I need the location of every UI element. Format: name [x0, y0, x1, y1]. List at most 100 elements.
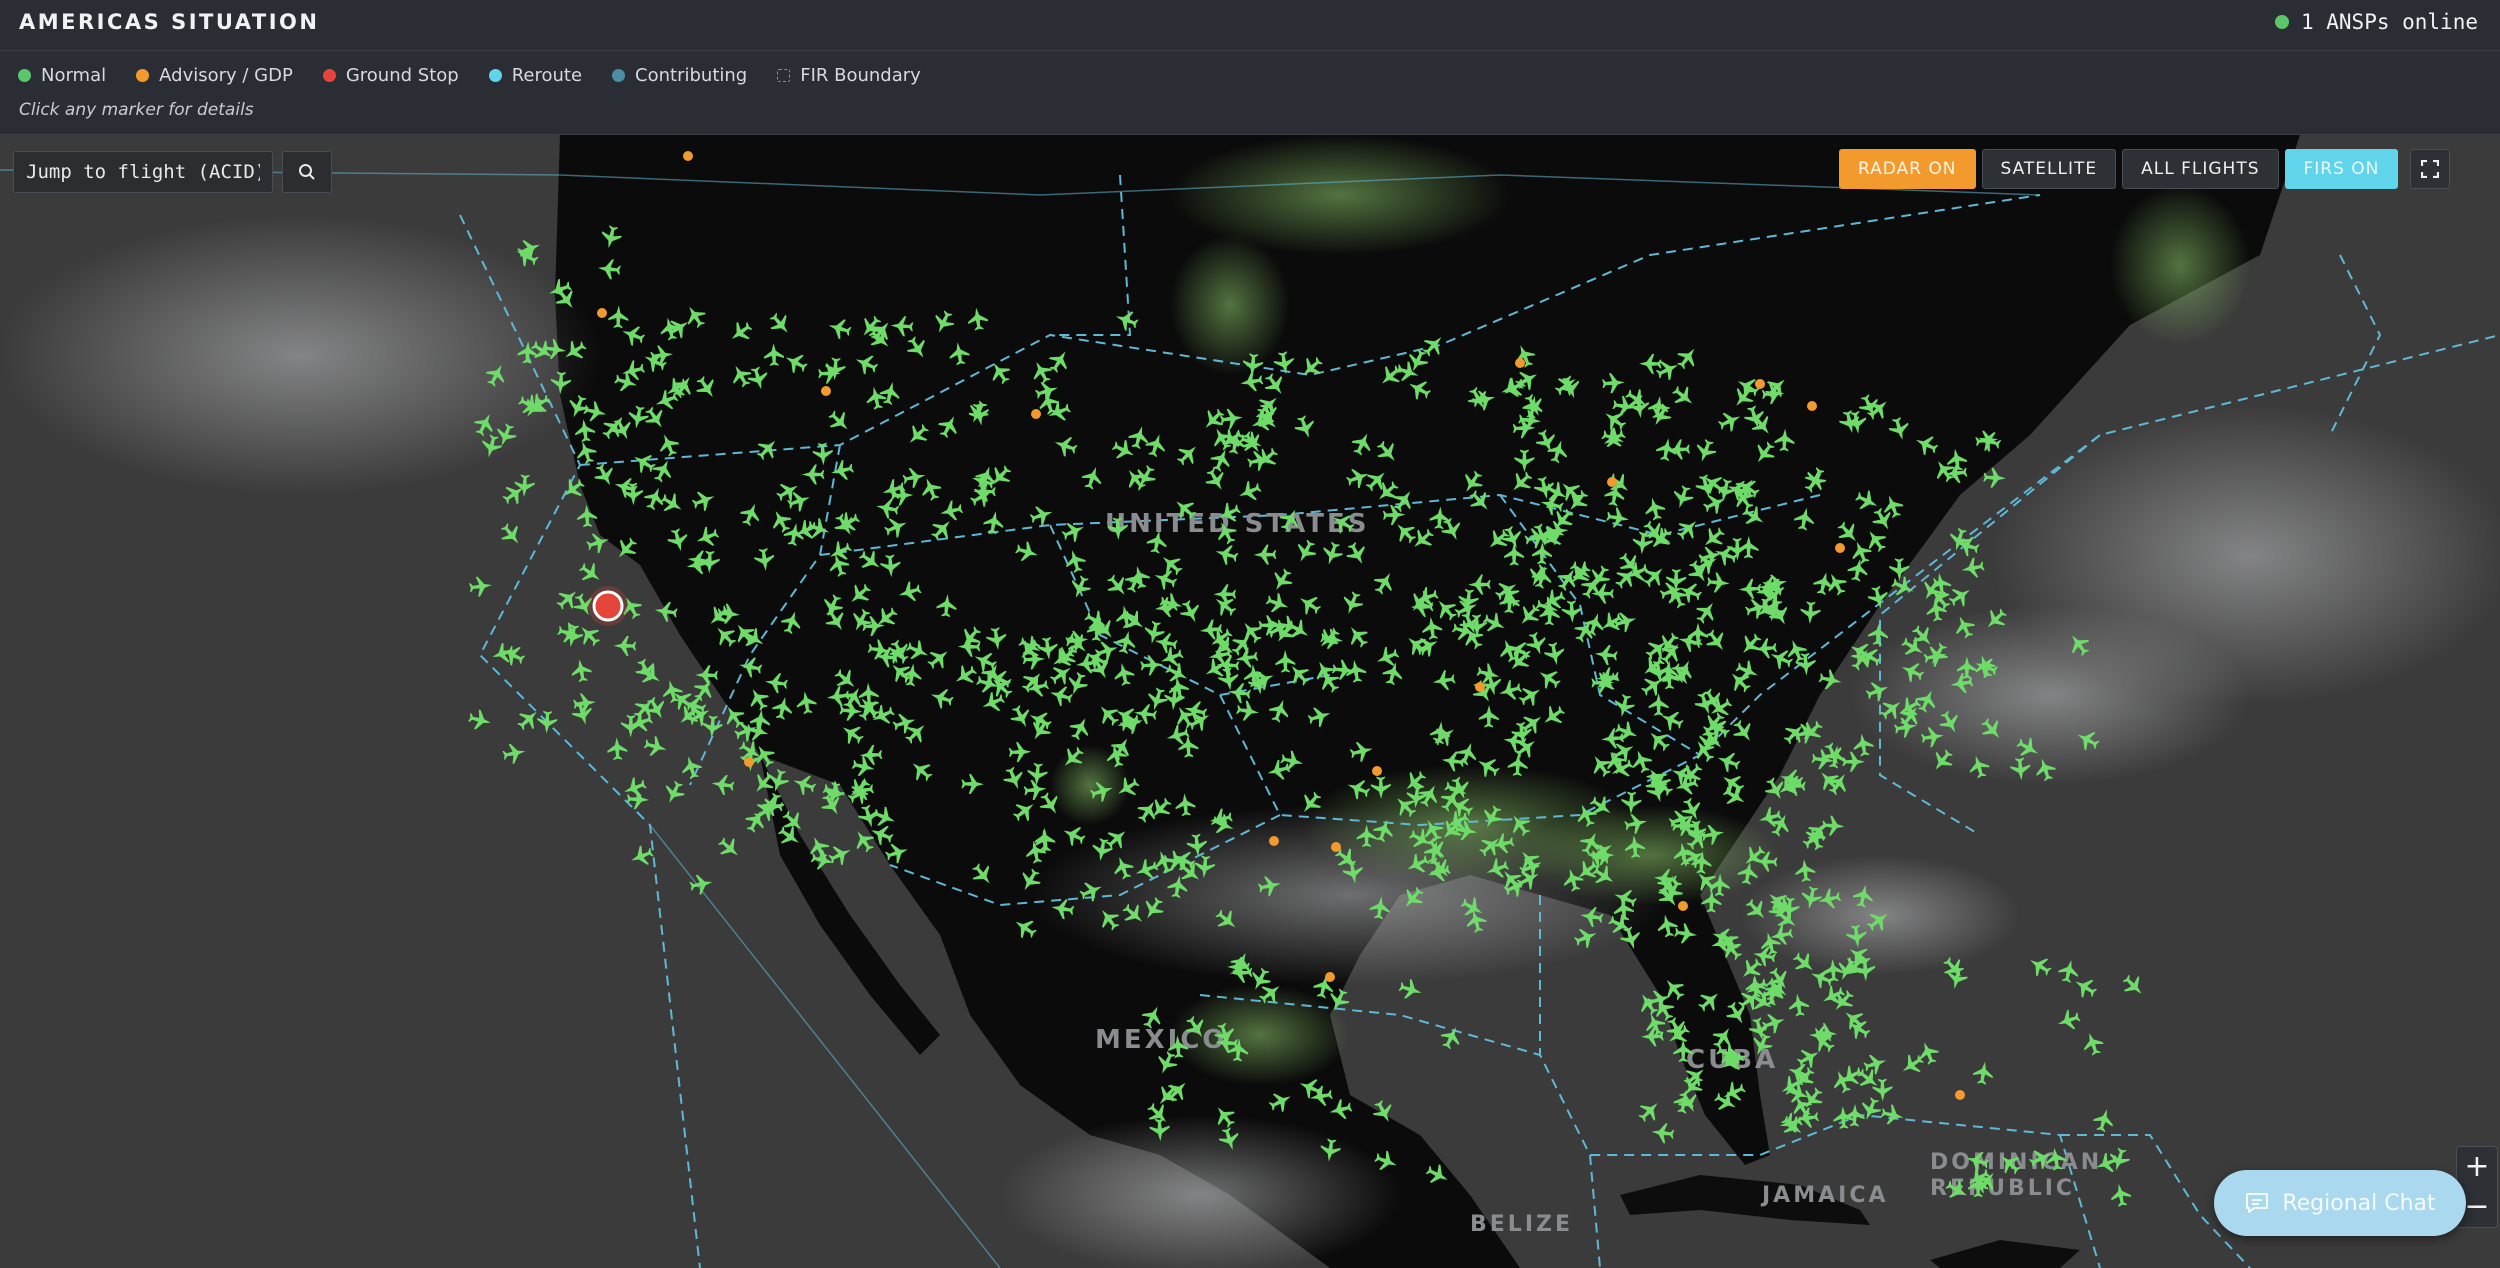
aircraft-marker[interactable] — [985, 626, 1008, 651]
aircraft-marker[interactable] — [964, 398, 992, 427]
aircraft-marker[interactable] — [1257, 874, 1283, 898]
aircraft-marker[interactable] — [927, 514, 957, 544]
aircraft-marker[interactable] — [1107, 517, 1128, 541]
aircraft-marker[interactable] — [1639, 561, 1669, 591]
aircraft-marker[interactable] — [1217, 667, 1240, 692]
aircraft-marker[interactable] — [1496, 678, 1523, 703]
aircraft-marker[interactable] — [2057, 958, 2082, 984]
aircraft-marker[interactable] — [1370, 568, 1399, 598]
aircraft-marker[interactable] — [1621, 791, 1642, 815]
aircraft-marker[interactable] — [1729, 717, 1758, 747]
aircraft-marker[interactable] — [1144, 686, 1170, 713]
aircraft-marker[interactable] — [1879, 1103, 1905, 1128]
aircraft-marker[interactable] — [1628, 395, 1651, 420]
aircraft-marker[interactable] — [1880, 492, 1906, 520]
aircraft-marker[interactable] — [1747, 1016, 1772, 1043]
aircraft-marker[interactable] — [924, 644, 954, 674]
aircraft-marker[interactable] — [550, 371, 571, 395]
aircraft-marker[interactable] — [936, 593, 958, 618]
aircraft-marker[interactable] — [764, 672, 789, 695]
aircraft-marker[interactable] — [1817, 668, 1843, 692]
aircraft-marker[interactable] — [1573, 801, 1600, 830]
aircraft-marker[interactable] — [906, 756, 936, 786]
aircraft-marker[interactable] — [1483, 856, 1511, 882]
aircraft-marker[interactable] — [1202, 465, 1231, 494]
aircraft-marker[interactable] — [1217, 1126, 1243, 1153]
aircraft-marker[interactable] — [1438, 515, 1466, 544]
aircraft-marker[interactable] — [753, 547, 776, 572]
aircraft-marker[interactable] — [1132, 856, 1160, 883]
firs-toggle-button[interactable]: FIRS ON — [2284, 149, 2399, 189]
aircraft-marker[interactable] — [1557, 374, 1583, 402]
aircraft-marker[interactable] — [852, 350, 881, 377]
aircraft-marker[interactable] — [515, 235, 543, 262]
aircraft-marker[interactable] — [501, 741, 527, 765]
aircraft-marker[interactable] — [1431, 669, 1456, 692]
aircraft-marker[interactable] — [1344, 775, 1372, 802]
aircraft-marker[interactable] — [1122, 567, 1149, 595]
aircraft-marker[interactable] — [1793, 506, 1817, 532]
aircraft-marker[interactable] — [1694, 986, 1724, 1016]
aircraft-marker[interactable] — [1153, 1049, 1180, 1078]
aircraft-marker[interactable] — [1618, 925, 1644, 952]
aircraft-marker[interactable] — [1650, 1122, 1675, 1145]
aircraft-marker[interactable] — [1126, 424, 1151, 451]
aircraft-marker[interactable] — [1738, 578, 1762, 599]
aircraft-marker[interactable] — [903, 637, 932, 664]
aircraft-marker[interactable] — [1373, 644, 1402, 671]
aircraft-marker[interactable] — [1062, 547, 1087, 574]
aircraft-marker[interactable] — [1473, 752, 1503, 781]
aircraft-marker[interactable] — [782, 521, 806, 547]
aircraft-marker[interactable] — [1047, 683, 1074, 708]
aircraft-marker[interactable] — [582, 400, 608, 425]
advisory-marker[interactable] — [821, 386, 831, 396]
aircraft-marker[interactable] — [1663, 1020, 1693, 1049]
aircraft-marker[interactable] — [1789, 948, 1819, 978]
aircraft-marker[interactable] — [1077, 877, 1106, 904]
aircraft-marker[interactable] — [1014, 539, 1041, 565]
aircraft-marker[interactable] — [763, 343, 785, 366]
aircraft-marker[interactable] — [950, 661, 980, 690]
aircraft-marker[interactable] — [870, 804, 898, 831]
aircraft-marker[interactable] — [948, 341, 971, 366]
aircraft-marker[interactable] — [2073, 726, 2102, 754]
aircraft-marker[interactable] — [1419, 330, 1449, 360]
aircraft-marker[interactable] — [1109, 436, 1138, 464]
aircraft-marker[interactable] — [765, 309, 795, 339]
aircraft-marker[interactable] — [831, 665, 861, 695]
aircraft-marker[interactable] — [714, 833, 744, 863]
aircraft-marker[interactable] — [1867, 622, 1889, 646]
aircraft-marker[interactable] — [1016, 866, 1045, 895]
aircraft-marker[interactable] — [1139, 894, 1168, 924]
advisory-marker[interactable] — [1475, 682, 1485, 692]
aircraft-marker[interactable] — [1736, 860, 1760, 886]
aircraft-marker[interactable] — [880, 554, 902, 578]
aircraft-marker[interactable] — [702, 715, 724, 739]
aircraft-marker[interactable] — [1673, 1039, 1694, 1063]
aircraft-marker[interactable] — [537, 710, 558, 734]
aircraft-marker[interactable] — [492, 421, 519, 449]
aircraft-marker[interactable] — [591, 461, 619, 490]
aircraft-marker[interactable] — [874, 496, 900, 520]
aircraft-marker[interactable] — [883, 840, 911, 866]
aircraft-marker[interactable] — [1623, 811, 1649, 835]
advisory-marker[interactable] — [1755, 379, 1765, 389]
aircraft-marker[interactable] — [1127, 564, 1152, 590]
advisory-marker[interactable] — [1678, 901, 1688, 911]
aircraft-marker[interactable] — [1275, 650, 1296, 673]
aircraft-marker[interactable] — [1112, 661, 1136, 687]
aircraft-marker[interactable] — [795, 690, 818, 715]
aircraft-marker[interactable] — [1026, 762, 1048, 786]
aircraft-marker[interactable] — [1505, 810, 1534, 840]
aircraft-marker[interactable] — [1373, 437, 1403, 467]
aircraft-marker[interactable] — [1964, 1148, 1991, 1173]
aircraft-marker[interactable] — [1833, 518, 1863, 548]
aircraft-marker[interactable] — [1853, 487, 1882, 515]
aircraft-marker[interactable] — [1327, 1097, 1354, 1122]
aircraft-marker[interactable] — [717, 603, 741, 625]
satellite-button[interactable]: SATELLITE — [1981, 149, 2117, 189]
aircraft-marker[interactable] — [626, 789, 650, 810]
aircraft-marker[interactable] — [1692, 597, 1721, 627]
aircraft-marker[interactable] — [1458, 468, 1487, 498]
aircraft-marker[interactable] — [1863, 906, 1893, 936]
